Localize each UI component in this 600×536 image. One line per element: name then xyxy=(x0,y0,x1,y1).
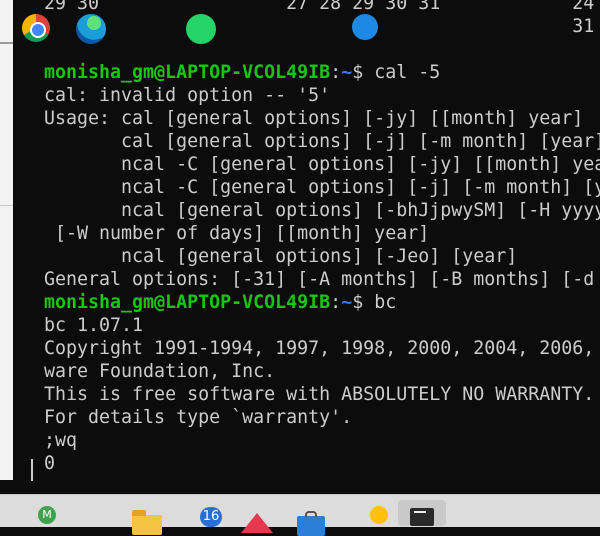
terminal-output: 29 30 27 28 29 30 31 24 25 31 monisha_gm@… xyxy=(44,0,600,475)
prompt-path: ~ xyxy=(341,62,353,83)
terminal-line: 29 30 27 28 29 30 31 24 25 xyxy=(44,0,600,15)
output-text: For details type `warranty'. xyxy=(44,407,353,428)
window-edge-divider xyxy=(0,42,13,44)
terminal-line: General options: [-31] [-A months] [-B m… xyxy=(44,268,600,291)
terminal-line: ncal [general options] [-bhJjpwySM] [-H … xyxy=(44,199,600,222)
terminal-line: ncal -C [general options] [-j] [-m month… xyxy=(44,176,600,199)
output-text: ncal [general options] [-bhJjpwySM] [-H … xyxy=(121,200,600,221)
terminal-line: Usage: cal [general options] [-jy] [[mon… xyxy=(44,107,600,130)
output-text: cal: invalid option -- '5' xyxy=(44,85,331,106)
terminal-icon[interactable] xyxy=(398,500,446,526)
command-text: bc xyxy=(374,292,397,313)
output-text: Usage: cal [general options] [-jy] [[mon… xyxy=(44,108,584,129)
prompt-colon: : xyxy=(330,292,342,313)
terminal-line: 31 xyxy=(44,15,600,38)
red-app-icon[interactable] xyxy=(241,513,273,533)
terminal-line: ware Foundation, Inc. xyxy=(44,360,600,383)
prompt-colon: : xyxy=(330,62,342,83)
output-text: Copyright 1991-1994, 1997, 1998, 2000, 2… xyxy=(44,338,595,359)
terminal-window[interactable]: 29 30 27 28 29 30 31 24 25 31 monisha_gm@… xyxy=(13,0,600,494)
terminal-line: ncal [general options] [-Jeo] [year] xyxy=(44,245,600,268)
output-text: General options: [-31] [-A months] [-B m… xyxy=(44,269,595,290)
output-text: cal [general options] [-j] [-m month] [y… xyxy=(44,131,600,152)
terminal-line: 0 xyxy=(44,452,600,475)
store-icon[interactable] xyxy=(297,511,325,536)
terminal-line: ;wq xyxy=(44,429,600,452)
prompt-symbol: $ xyxy=(352,62,375,83)
output-text: ncal -C [general options] [-jy] [[month]… xyxy=(44,154,600,175)
chrome-icon[interactable] xyxy=(22,14,50,42)
output-text: ncal [general options] [-Jeo] [year] xyxy=(44,246,518,267)
terminal-line: This is free software with ABSOLUTELY NO… xyxy=(44,383,600,406)
output-text: 29 30 27 28 29 30 31 24 25 xyxy=(44,0,600,14)
terminal-line: cal [general options] [-j] [-m month] [y… xyxy=(44,130,600,153)
prompt-user-host: monisha_gm@LAPTOP-VCOL49IB xyxy=(44,62,331,83)
prompt-symbol: $ xyxy=(352,292,375,313)
terminal-line: Copyright 1991-1994, 1997, 1998, 2000, 2… xyxy=(44,337,600,360)
output-text: ;wq xyxy=(44,430,78,451)
output-text: 31 xyxy=(44,16,595,37)
edge-icon[interactable] xyxy=(76,14,106,44)
output-text: [-W number of days] [[month] year] xyxy=(44,223,430,244)
window-edge-divider xyxy=(0,205,13,206)
notification-count-badge: 16 xyxy=(200,507,222,527)
output-text: ncal -C [general options] [-j] [-m month… xyxy=(44,177,600,198)
output-text: This is free software with ABSOLUTELY NO… xyxy=(44,384,595,405)
text-cursor xyxy=(31,459,33,481)
output-text: 0 xyxy=(44,453,56,474)
output-text: ware Foundation, Inc. xyxy=(44,361,276,382)
terminal-line: For details type `warranty'. xyxy=(44,406,600,429)
terminal-line: bc 1.07.1 xyxy=(44,314,600,337)
terminal-line: [-W number of days] [[month] year] xyxy=(44,222,600,245)
left-window-edge xyxy=(0,0,13,480)
blue-app-icon[interactable] xyxy=(352,14,378,40)
blue-app-overlay-icon xyxy=(370,506,388,524)
chrome-profile-badge: M xyxy=(38,506,56,524)
terminal-line: cal: invalid option -- '5' xyxy=(44,84,600,107)
command-text: cal -5 xyxy=(374,62,441,83)
whatsapp-icon[interactable] xyxy=(186,14,216,44)
output-text: bc 1.07.1 xyxy=(44,315,144,336)
terminal-line: monisha_gm@LAPTOP-VCOL49IB:~$ bc xyxy=(44,291,600,314)
prompt-user-host: monisha_gm@LAPTOP-VCOL49IB xyxy=(44,292,331,313)
file-explorer-icon[interactable] xyxy=(132,510,162,535)
prompt-path: ~ xyxy=(341,292,353,313)
terminal-line: monisha_gm@LAPTOP-VCOL49IB:~$ cal -5 xyxy=(44,61,600,84)
terminal-line: ncal -C [general options] [-jy] [[month]… xyxy=(44,153,600,176)
